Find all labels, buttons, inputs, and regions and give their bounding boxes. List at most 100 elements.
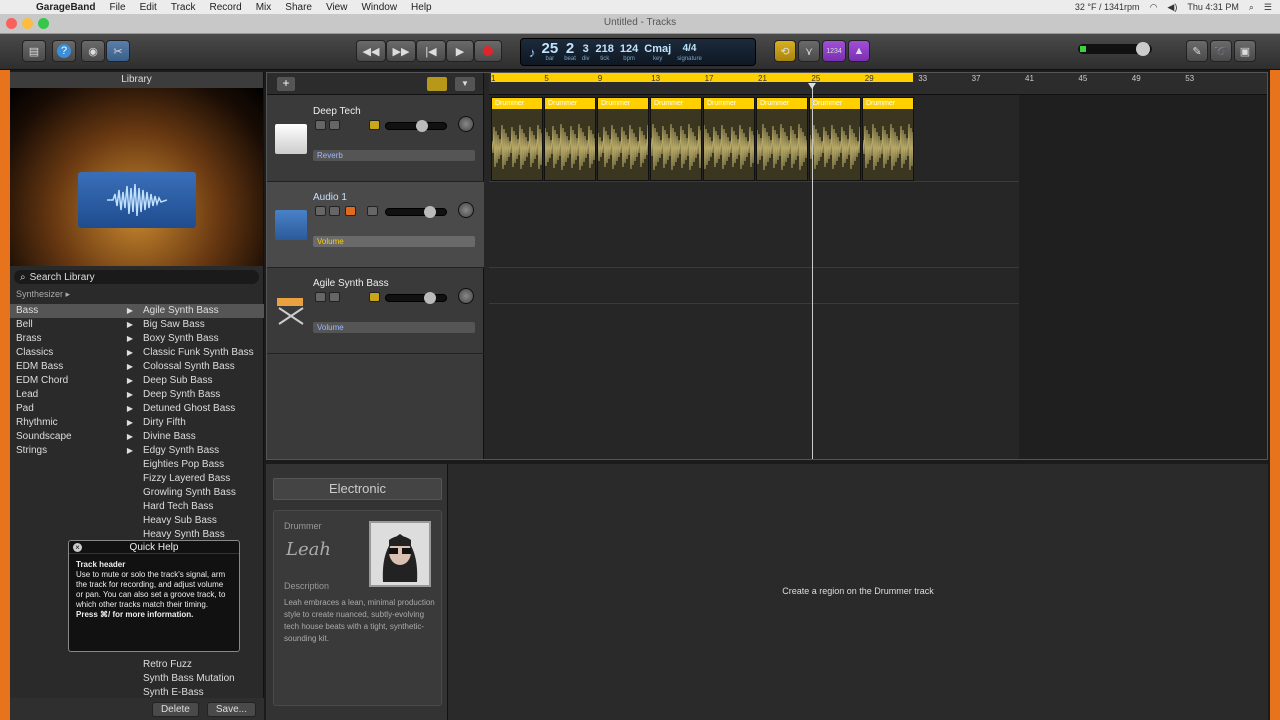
- menu-window[interactable]: Window: [361, 2, 397, 13]
- master-volume-knob[interactable]: [1136, 42, 1150, 56]
- library-breadcrumb[interactable]: Synthesizer ▸: [10, 288, 263, 300]
- category-item[interactable]: Bell ▶: [10, 318, 137, 332]
- playhead-handle-icon[interactable]: [808, 83, 816, 89]
- notification-center-icon[interactable]: ☰: [1264, 2, 1272, 13]
- drummer-region[interactable]: Drummer: [544, 97, 596, 181]
- drummer-region[interactable]: Drummer: [491, 97, 543, 181]
- category-item[interactable]: Bass ▶: [10, 304, 137, 318]
- drummer-region[interactable]: Drummer: [862, 97, 914, 181]
- automation-param-select[interactable]: Reverb: [313, 150, 475, 161]
- input-monitor-button[interactable]: [367, 206, 378, 216]
- breadcrumb-synthesizer[interactable]: Synthesizer: [16, 289, 63, 299]
- pan-knob[interactable]: [458, 116, 474, 132]
- add-track-button[interactable]: +: [277, 77, 295, 91]
- automation-param-select[interactable]: Volume: [313, 236, 475, 247]
- menu-view[interactable]: View: [326, 2, 348, 13]
- category-item[interactable]: Rhythmic ▶: [10, 416, 137, 430]
- drummer-region[interactable]: Drummer: [650, 97, 702, 181]
- groove-track-button[interactable]: [369, 292, 380, 302]
- patch-item[interactable]: Colossal Synth Bass: [137, 360, 264, 374]
- loop-browser-button[interactable]: ➰: [1210, 40, 1232, 62]
- drummer-region[interactable]: Drummer: [597, 97, 649, 181]
- track-header-agile-synth-bass[interactable]: Agile Synth Bass Volume: [267, 268, 484, 354]
- patch-item[interactable]: Heavy Sub Bass: [137, 514, 264, 528]
- menu-help[interactable]: Help: [411, 2, 432, 13]
- track-volume-slider[interactable]: [385, 120, 447, 132]
- library-search-field[interactable]: ⌕ Search Library: [14, 270, 259, 284]
- smart-controls-button[interactable]: ◉: [81, 40, 105, 62]
- drummer-region[interactable]: Drummer: [809, 97, 861, 181]
- drummer-portrait[interactable]: [369, 521, 431, 587]
- mute-button[interactable]: [315, 292, 326, 302]
- patch-item[interactable]: Classic Funk Synth Bass: [137, 346, 264, 360]
- notepad-button[interactable]: ✎: [1186, 40, 1208, 62]
- patch-item[interactable]: Deep Sub Bass: [137, 374, 264, 388]
- pan-knob[interactable]: [458, 202, 474, 218]
- metronome-button[interactable]: ▲: [848, 40, 870, 62]
- patch-item[interactable]: Retro Fuzz: [137, 658, 264, 672]
- category-item[interactable]: Classics ▶: [10, 346, 137, 360]
- record-button[interactable]: [474, 40, 502, 62]
- menu-share[interactable]: Share: [285, 2, 312, 13]
- category-item[interactable]: Soundscape ▶: [10, 430, 137, 444]
- menu-file[interactable]: File: [109, 2, 125, 13]
- catch-button[interactable]: ▼: [455, 77, 475, 91]
- category-item[interactable]: Pad ▶: [10, 402, 137, 416]
- category-item[interactable]: EDM Chord ▶: [10, 374, 137, 388]
- save-button[interactable]: Save...: [206, 701, 256, 717]
- track-volume-slider[interactable]: [385, 292, 447, 304]
- track-volume-slider[interactable]: [385, 206, 447, 218]
- wifi-icon[interactable]: ◠: [1150, 2, 1158, 13]
- automation-param-select[interactable]: Volume: [313, 322, 475, 333]
- volume-knob[interactable]: [416, 120, 428, 132]
- mute-button[interactable]: [315, 206, 326, 216]
- category-item[interactable]: Strings ▶: [10, 444, 137, 458]
- patch-item[interactable]: Detuned Ghost Bass: [137, 402, 264, 416]
- category-item[interactable]: Lead ▶: [10, 388, 137, 402]
- patch-item[interactable]: Big Saw Bass: [137, 318, 264, 332]
- media-browser-button[interactable]: ▣: [1234, 40, 1256, 62]
- patch-item[interactable]: Deep Synth Bass: [137, 388, 264, 402]
- headphones-icon[interactable]: [329, 120, 340, 130]
- menu-mix[interactable]: Mix: [256, 2, 272, 13]
- play-button[interactable]: ▶: [446, 40, 474, 62]
- category-item[interactable]: EDM Bass ▶: [10, 360, 137, 374]
- master-volume-slider[interactable]: [1078, 42, 1152, 56]
- cycle-button[interactable]: ⟲: [774, 40, 796, 62]
- menu-clock[interactable]: Thu 4:31 PM: [1187, 2, 1239, 12]
- patch-item[interactable]: Eighties Pop Bass: [137, 458, 264, 472]
- fast-forward-button[interactable]: ▶▶: [386, 40, 416, 62]
- patch-item[interactable]: Hard Tech Bass: [137, 500, 264, 514]
- count-in-button[interactable]: 1234: [822, 40, 846, 62]
- patch-item[interactable]: Growling Synth Bass: [137, 486, 264, 500]
- headphones-icon[interactable]: [329, 206, 340, 216]
- mute-button[interactable]: [315, 120, 326, 130]
- patch-item[interactable]: Dirty Fifth: [137, 416, 264, 430]
- volume-knob[interactable]: [424, 292, 436, 304]
- timeline-ruler[interactable]: 1 5 9 13 17 21 25 29 33 37 41 45 49 53: [489, 73, 1267, 95]
- record-enable-button[interactable]: [345, 206, 356, 216]
- pan-knob[interactable]: [458, 288, 474, 304]
- patch-item[interactable]: Edgy Synth Bass: [137, 444, 264, 458]
- menu-track[interactable]: Track: [171, 2, 196, 13]
- playhead[interactable]: [808, 83, 816, 459]
- rewind-button[interactable]: ◀◀: [356, 40, 386, 62]
- menu-record[interactable]: Record: [209, 2, 241, 13]
- library-button[interactable]: ▤: [22, 40, 46, 62]
- tuner-button[interactable]: ⋎: [798, 40, 820, 62]
- patch-item[interactable]: Synth Bass Mutation: [137, 672, 264, 686]
- volume-icon[interactable]: ◀): [1167, 2, 1177, 13]
- lcd-display[interactable]: ♪ 25 bar 2 beat 3 div 218 tick 124 bpm Cmaj ke…: [520, 38, 756, 66]
- drummer-region[interactable]: Drummer: [756, 97, 808, 181]
- track-header-deep-tech[interactable]: Deep Tech Reverb: [267, 96, 484, 182]
- menu-edit[interactable]: Edit: [140, 2, 157, 13]
- patch-item[interactable]: Divine Bass: [137, 430, 264, 444]
- category-item[interactable]: Brass ▶: [10, 332, 137, 346]
- patch-item[interactable]: Boxy Synth Bass: [137, 332, 264, 346]
- go-to-beginning-button[interactable]: |◀: [416, 40, 446, 62]
- drummer-region[interactable]: Drummer: [703, 97, 755, 181]
- app-menu[interactable]: GarageBand: [36, 2, 95, 13]
- groove-track-button[interactable]: [369, 120, 380, 130]
- temperature-status[interactable]: 32 °F / 1341rpm: [1075, 2, 1140, 12]
- delete-button[interactable]: Delete: [151, 701, 199, 717]
